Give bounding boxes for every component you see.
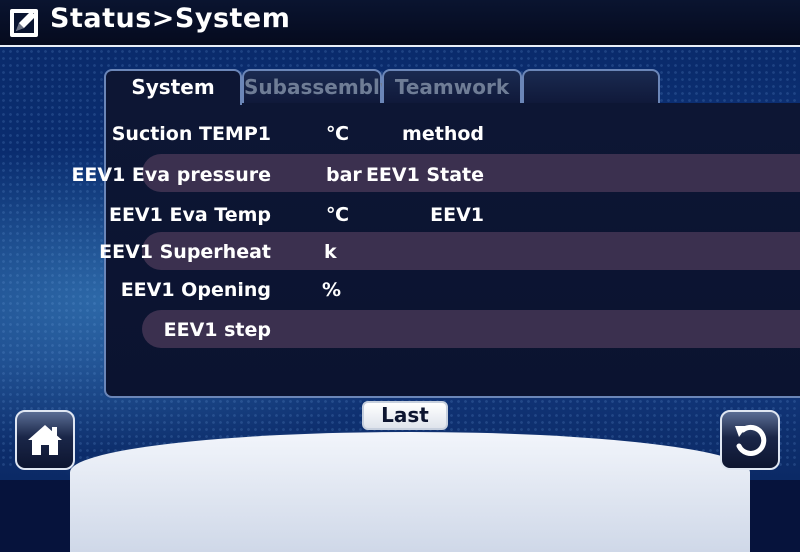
bottom-arc <box>70 432 750 552</box>
row-label: EEV1 Eva Temp <box>108 204 271 226</box>
row-label: EEV1 Eva pressure <box>71 164 271 186</box>
row-label: EEV1 Opening <box>120 279 271 301</box>
row-label: EEV1 step <box>163 319 271 341</box>
tab-empty[interactable] <box>522 69 660 103</box>
row-label: Suction TEMP1 <box>111 123 271 145</box>
tab-subassembly[interactable]: Subassembly <box>242 69 393 103</box>
title-bar: Status>System <box>0 0 800 47</box>
row-unit: % <box>322 279 342 301</box>
row-unit: ℃ <box>326 123 350 145</box>
tab-teamwork[interactable]: Teamwork <box>382 69 522 103</box>
row-unit: bar <box>326 164 362 186</box>
page-title: Status>System <box>50 3 291 34</box>
back-arrow-icon <box>735 424 767 456</box>
row-label: EEV1 Superheat <box>99 241 271 263</box>
home-button[interactable] <box>15 410 75 470</box>
row-extra: method <box>402 123 484 145</box>
edit-square-icon <box>10 9 38 37</box>
last-button[interactable]: Last <box>362 401 448 430</box>
row-unit: ℃ <box>326 204 350 226</box>
row-unit: k <box>324 241 337 263</box>
home-icon <box>28 425 62 455</box>
tab-system[interactable]: System <box>104 69 242 105</box>
back-button[interactable] <box>720 410 780 470</box>
row-extra: EEV1 State <box>365 164 484 186</box>
row-extra: EEV1 <box>430 204 484 226</box>
